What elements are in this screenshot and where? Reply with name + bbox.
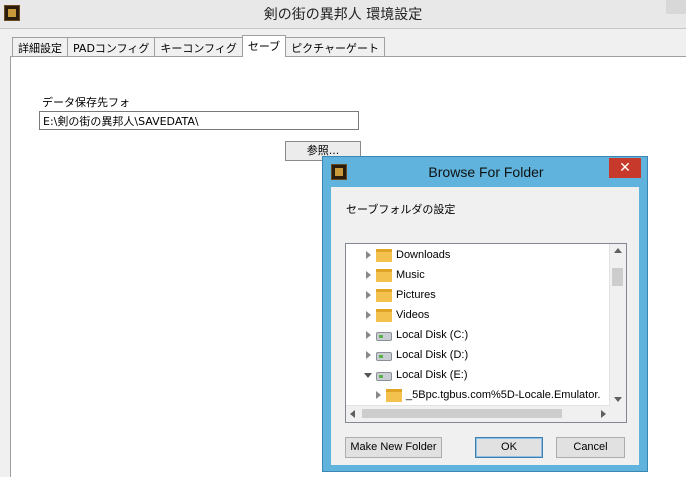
folder-icon (376, 309, 392, 322)
tree-item-label: Pictures (396, 289, 436, 301)
tree-item-label: Local Disk (C:) (396, 329, 469, 341)
cancel-button[interactable]: Cancel (556, 437, 625, 458)
expand-arrow-icon[interactable] (366, 271, 371, 279)
horizontal-scroll-thumb[interactable] (362, 409, 562, 418)
expand-arrow-icon[interactable] (366, 351, 371, 359)
folder-icon (376, 269, 392, 282)
tree-item-music[interactable]: Music (346, 266, 610, 286)
scroll-left-icon[interactable] (350, 410, 355, 418)
drive-icon (376, 332, 392, 341)
dialog-description: セーブフォルダの設定 (346, 203, 456, 216)
tree-item-local-disk-c[interactable]: Local Disk (C:) (346, 326, 610, 346)
window-controls[interactable] (666, 0, 686, 14)
scrollbar-corner (610, 406, 626, 422)
tree-item-locale-emulator[interactable]: _5Bpc.tgbus.com%5D-Locale.Emulator. (346, 386, 610, 406)
tab-detail-settings[interactable]: 詳細設定 (12, 37, 68, 57)
tree-item-pictures[interactable]: Pictures (346, 286, 610, 306)
expand-arrow-icon[interactable] (366, 251, 371, 259)
expand-arrow-icon[interactable] (366, 291, 371, 299)
expand-arrow-icon[interactable] (366, 311, 371, 319)
folder-icon (376, 289, 392, 302)
settings-tabs: 詳細設定 PADコンフィグ キーコンフィグ セーブ ピクチャーゲート (12, 35, 386, 57)
drive-icon (376, 352, 392, 361)
dialog-close-button[interactable]: ✕ (609, 158, 641, 178)
tab-picture-gate[interactable]: ピクチャーゲート (285, 37, 386, 57)
tree-item-label: _5Bpc.tgbus.com%5D-Locale.Emulator. (406, 389, 601, 401)
expand-arrow-icon[interactable] (376, 391, 381, 399)
folder-icon (386, 389, 402, 402)
ok-button[interactable]: OK (475, 437, 543, 458)
vertical-scroll-thumb[interactable] (612, 268, 623, 286)
collapse-arrow-icon[interactable] (364, 373, 372, 378)
tree-item-local-disk-e[interactable]: Local Disk (E:) (346, 366, 610, 386)
folder-tree[interactable]: Downloads Music Pictures Videos Local Di (345, 243, 627, 423)
tree-item-label: Local Disk (E:) (396, 369, 468, 381)
tree-item-label: Local Disk (D:) (396, 349, 469, 361)
drive-icon (376, 372, 392, 381)
tree-item-downloads[interactable]: Downloads (346, 246, 610, 266)
dialog-title: Browse For Folder (428, 164, 544, 180)
scroll-right-icon[interactable] (601, 410, 606, 418)
scroll-up-icon[interactable] (614, 248, 622, 253)
tree-item-videos[interactable]: Videos (346, 306, 610, 326)
tree-horizontal-scrollbar[interactable] (346, 405, 610, 422)
save-folder-label: データ保存先フォ (42, 96, 130, 109)
scroll-down-icon[interactable] (614, 397, 622, 402)
save-path-input[interactable] (39, 111, 359, 130)
tab-save[interactable]: セーブ (241, 35, 287, 57)
folder-icon (376, 249, 392, 262)
browse-folder-dialog: Browse For Folder ✕ セーブフォルダの設定 Downloads… (322, 156, 648, 472)
tree-item-label: Music (396, 269, 425, 281)
tree-vertical-scrollbar[interactable] (609, 244, 626, 406)
dialog-body: セーブフォルダの設定 Downloads Music Pictures Vide… (331, 187, 639, 465)
tab-pad-config[interactable]: PADコンフィグ (67, 37, 156, 57)
tree-item-label: Downloads (396, 249, 451, 261)
tree-item-label: Videos (396, 309, 430, 321)
main-title-bar: 剣の街の異邦人 環境設定 (0, 0, 686, 29)
window-title: 剣の街の異邦人 環境設定 (263, 7, 423, 23)
expand-arrow-icon[interactable] (366, 331, 371, 339)
tab-key-config[interactable]: キーコンフィグ (154, 37, 243, 57)
tree-item-local-disk-d[interactable]: Local Disk (D:) (346, 346, 610, 366)
make-new-folder-button[interactable]: Make New Folder (345, 437, 442, 458)
